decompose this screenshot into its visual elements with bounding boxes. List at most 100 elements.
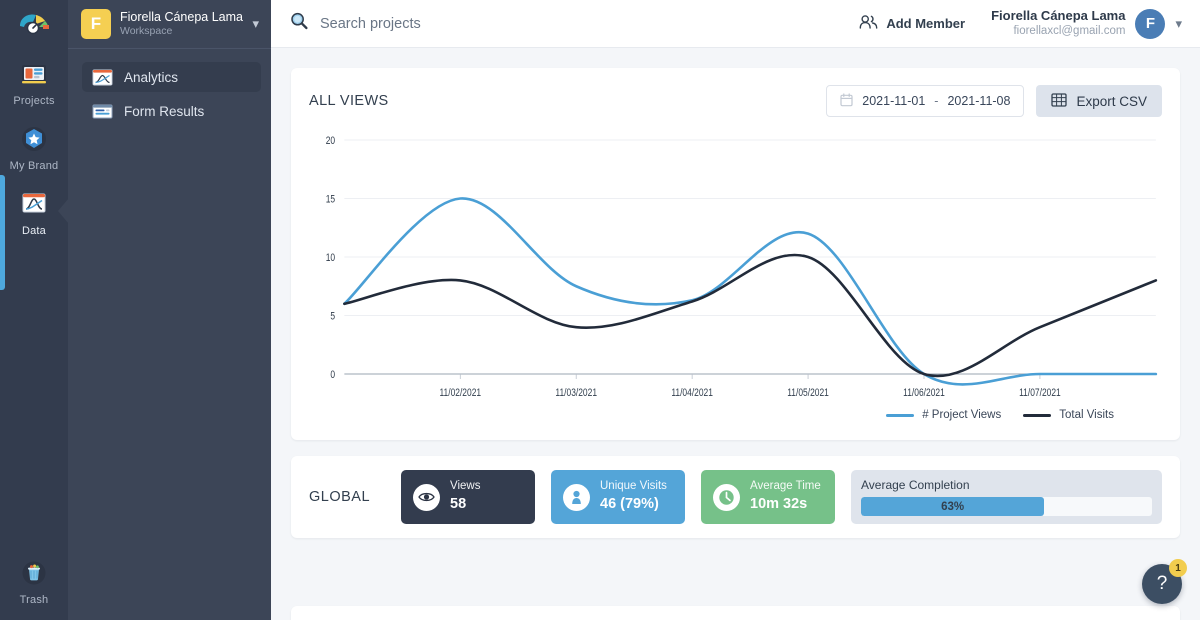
average-completion-card: Average Completion 63% xyxy=(851,470,1162,524)
add-member-button[interactable]: Add Member xyxy=(859,14,965,33)
clock-icon xyxy=(713,484,740,511)
svg-text:11/05/2021: 11/05/2021 xyxy=(787,387,829,399)
svg-text:11/03/2021: 11/03/2021 xyxy=(555,387,597,399)
stat-card-views[interactable]: Views 58 xyxy=(401,470,535,524)
date-range-start: 2021-11-01 xyxy=(862,94,925,108)
export-csv-button[interactable]: Export CSV xyxy=(1036,85,1162,117)
stat-text: Unique Visits 46 (79%) xyxy=(600,480,667,513)
legend-item-1[interactable]: Total Visits xyxy=(1023,409,1114,421)
search-icon xyxy=(289,11,309,36)
user-email: fiorellaxcl@gmail.com xyxy=(991,24,1125,38)
rail-item-my-brand[interactable]: My Brand xyxy=(0,113,68,178)
stat-text: Average Time 10m 32s xyxy=(750,480,821,513)
progress-bar: 63% xyxy=(861,497,1152,516)
stat-value: 46 (79%) xyxy=(600,496,667,513)
line-chart: 05101520 11/02/202111/03/202111/04/20211… xyxy=(309,128,1162,428)
stat-value: 58 xyxy=(450,496,480,513)
svg-text:20: 20 xyxy=(326,135,336,147)
next-card-peek xyxy=(291,606,1180,620)
chart-x-ticks: 11/02/2021 11/03/2021 11/04/2021 11/05/2021… xyxy=(439,374,1060,399)
stat-label: Views xyxy=(450,480,480,494)
svg-text:11/04/2021: 11/04/2021 xyxy=(671,387,713,399)
svg-text:11/07/2021: 11/07/2021 xyxy=(1019,387,1061,399)
main-column: Add Member Fiorella Cánepa Lama fiorella… xyxy=(271,0,1200,620)
svg-text:0: 0 xyxy=(330,369,335,381)
rail-item-trash[interactable]: Trash xyxy=(0,547,68,612)
stat-card-average-time[interactable]: Average Time 10m 32s xyxy=(701,470,835,524)
form-results-icon xyxy=(92,103,113,120)
data-chart-icon xyxy=(17,188,51,220)
icon-rail: Projects My Brand Data xyxy=(0,0,68,620)
content-area: ALL VIEWS 2021-11-01 - 2021-11-08 xyxy=(271,48,1200,620)
workspace-avatar: F xyxy=(81,9,111,39)
chart-legend: # Project Views Total Visits xyxy=(309,409,1162,421)
svg-text:11/02/2021: 11/02/2021 xyxy=(439,387,481,399)
legend-swatch xyxy=(886,414,914,417)
help-button[interactable]: ? 1 xyxy=(1142,564,1182,604)
legend-item-0[interactable]: # Project Views xyxy=(886,409,1001,421)
global-stats-card: GLOBAL Views 58 xyxy=(291,456,1180,538)
global-label: GLOBAL xyxy=(309,489,385,505)
avatar[interactable]: F xyxy=(1135,9,1165,39)
stat-label: Average Time xyxy=(750,480,821,494)
chart-series xyxy=(344,198,1156,384)
app-logo-icon[interactable] xyxy=(0,0,68,48)
add-member-label: Add Member xyxy=(886,16,965,31)
user-menu[interactable]: Fiorella Cánepa Lama fiorellaxcl@gmail.c… xyxy=(991,8,1182,39)
svg-text:15: 15 xyxy=(326,194,336,206)
svg-text:11/06/2021: 11/06/2021 xyxy=(903,387,945,399)
all-views-card: ALL VIEWS 2021-11-01 - 2021-11-08 xyxy=(291,68,1180,440)
sidebar-item-analytics-label: Analytics xyxy=(124,70,178,85)
rail-item-my-brand-label: My Brand xyxy=(10,160,59,172)
sidebar-item-analytics[interactable]: Analytics xyxy=(82,62,261,92)
chart-gridlines xyxy=(344,140,1156,374)
user-text: Fiorella Cánepa Lama fiorellaxcl@gmail.c… xyxy=(991,8,1125,39)
search-input[interactable] xyxy=(320,16,660,32)
question-mark-icon: ? xyxy=(1157,573,1168,595)
workspace-switcher[interactable]: F Fiorella Cánepa Lama Workspace ▾ xyxy=(68,0,271,48)
add-member-icon xyxy=(859,14,878,33)
workspace-text: Fiorella Cánepa Lama Workspace xyxy=(120,10,243,37)
stat-value: 10m 32s xyxy=(750,496,821,513)
chevron-down-icon[interactable]: ▾ xyxy=(252,16,259,32)
progress-bar-fill: 63% xyxy=(861,497,1044,516)
progress-bar-value: 63% xyxy=(941,501,964,513)
workspace-sidebar: F Fiorella Cánepa Lama Workspace ▾ Analy… xyxy=(68,0,271,620)
sidebar-item-form-results[interactable]: Form Results xyxy=(82,96,261,126)
eye-icon xyxy=(413,484,440,511)
chevron-down-icon[interactable]: ▾ xyxy=(1175,16,1182,32)
chart-y-ticks: 05101520 xyxy=(326,135,336,381)
brand-badge-icon xyxy=(17,123,51,155)
analytics-icon xyxy=(92,69,113,86)
calendar-icon xyxy=(840,93,853,110)
search-box[interactable] xyxy=(289,11,859,36)
app-root: Projects My Brand Data xyxy=(0,0,1200,620)
date-range-end: 2021-11-08 xyxy=(947,94,1010,108)
svg-text:5: 5 xyxy=(330,311,335,323)
date-range-separator: - xyxy=(934,94,938,108)
legend-label: Total Visits xyxy=(1059,409,1114,421)
rail-item-data-label: Data xyxy=(22,225,46,237)
user-name: Fiorella Cánepa Lama xyxy=(991,8,1125,24)
legend-label: # Project Views xyxy=(922,409,1001,421)
help-badge: 1 xyxy=(1169,559,1187,577)
trash-icon xyxy=(17,557,51,589)
stat-text: Views 58 xyxy=(450,480,480,513)
workspace-subtitle: Workspace xyxy=(120,25,243,37)
rail-item-data[interactable]: Data xyxy=(0,178,68,243)
user-icon xyxy=(563,484,590,511)
export-csv-label: Export CSV xyxy=(1076,94,1147,109)
date-range-picker[interactable]: 2021-11-01 - 2021-11-08 xyxy=(826,85,1024,117)
legend-swatch xyxy=(1023,414,1051,417)
rail-item-projects[interactable]: Projects xyxy=(0,48,68,113)
projects-icon xyxy=(17,58,51,90)
stat-label: Unique Visits xyxy=(600,480,667,494)
rail-item-projects-label: Projects xyxy=(13,95,54,107)
stat-card-unique-visits[interactable]: Unique Visits 46 (79%) xyxy=(551,470,685,524)
average-completion-label: Average Completion xyxy=(861,478,1152,492)
chart-svg: 05101520 11/02/202111/03/202111/04/20211… xyxy=(309,128,1162,408)
page-title: ALL VIEWS xyxy=(309,93,826,109)
rail-item-trash-label: Trash xyxy=(20,594,49,606)
table-grid-icon xyxy=(1051,92,1067,111)
sidebar-menu: Analytics Form Results xyxy=(68,49,271,126)
